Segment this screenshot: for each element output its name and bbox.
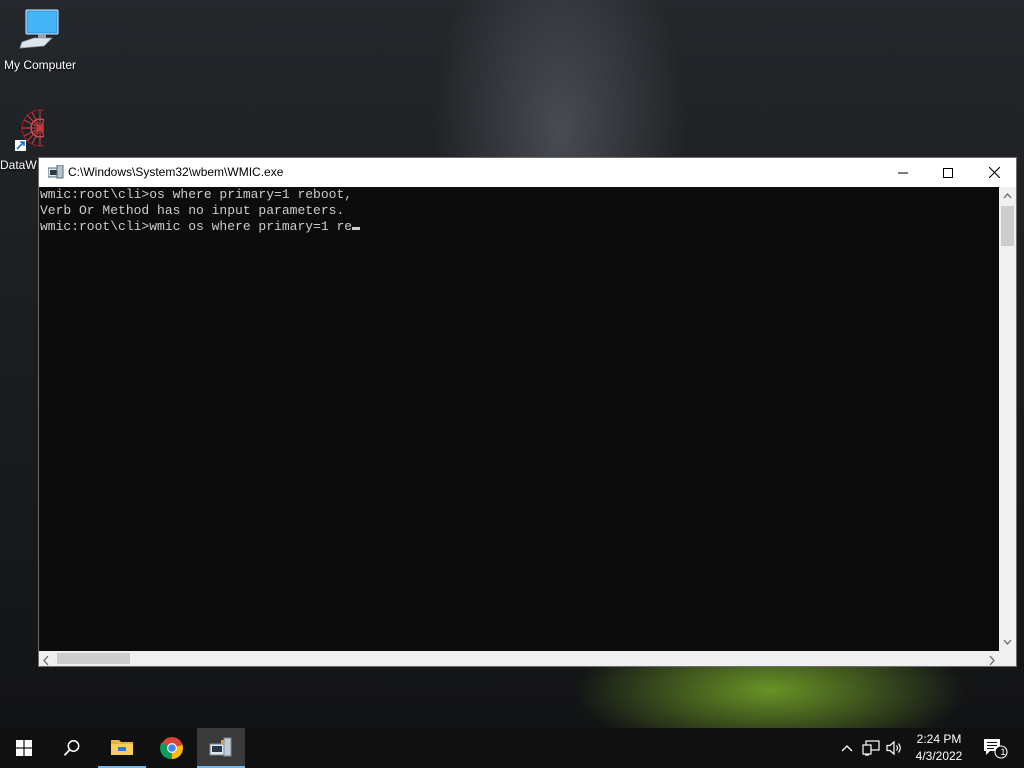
close-button[interactable] bbox=[971, 158, 1017, 187]
horizontal-scrollbar[interactable] bbox=[39, 651, 999, 666]
datawarehouse-shortcut-icon bbox=[15, 109, 44, 151]
wmic-console-window[interactable]: C:\Windows\System32\wbem\WMIC.exe wmic:r… bbox=[38, 157, 1017, 667]
scroll-left-button[interactable] bbox=[42, 653, 50, 671]
window-title: C:\Windows\System32\wbem\WMIC.exe bbox=[68, 165, 284, 179]
scroll-up-button[interactable] bbox=[999, 189, 1016, 203]
console-line-text: wmic:root\cli>wmic os where primary=1 re bbox=[40, 219, 353, 234]
chevron-up-icon bbox=[841, 745, 853, 752]
notification-count-badge: 1 bbox=[1000, 747, 1006, 757]
vertical-scrollbar[interactable] bbox=[999, 187, 1016, 651]
desktop-icon-label: My Computer bbox=[3, 58, 77, 72]
windows-start-icon bbox=[16, 740, 32, 756]
volume-button[interactable] bbox=[884, 728, 906, 768]
search-button[interactable] bbox=[48, 728, 96, 768]
network-icon bbox=[862, 740, 880, 756]
console-input-line[interactable]: wmic:root\cli>wmic os where primary=1 re bbox=[39, 219, 999, 235]
console-line: Verb Or Method has no input parameters. bbox=[40, 203, 345, 218]
desktop-icon-my-computer[interactable]: My Computer bbox=[0, 8, 80, 72]
horizontal-scroll-thumb[interactable] bbox=[57, 653, 130, 664]
show-hidden-icons-button[interactable] bbox=[838, 728, 856, 768]
minimize-button[interactable] bbox=[880, 158, 926, 187]
console-line: wmic:root\cli>os where primary=1 reboot, bbox=[40, 187, 353, 202]
taskbar-file-explorer[interactable] bbox=[98, 728, 146, 768]
close-icon bbox=[988, 167, 1000, 178]
minimize-icon bbox=[898, 172, 908, 173]
wmic-taskbar-icon bbox=[209, 737, 232, 757]
vertical-scroll-thumb[interactable] bbox=[1001, 206, 1014, 246]
chrome-icon bbox=[160, 737, 183, 760]
maximize-button[interactable] bbox=[925, 158, 971, 187]
taskbar-clock[interactable]: 2:24 PM 4/3/2022 bbox=[908, 731, 970, 765]
maximize-icon bbox=[943, 167, 953, 178]
action-center-button[interactable]: 1 bbox=[978, 728, 1012, 768]
window-titlebar[interactable]: C:\Windows\System32\wbem\WMIC.exe bbox=[39, 158, 1016, 187]
taskbar-chrome[interactable] bbox=[148, 728, 196, 768]
chevron-right-icon bbox=[989, 655, 995, 666]
taskbar: 2:24 PM 4/3/2022 1 bbox=[0, 728, 1024, 768]
chevron-left-icon bbox=[43, 655, 49, 666]
chevron-up-icon bbox=[1003, 193, 1012, 199]
computer-icon bbox=[19, 9, 59, 49]
file-explorer-icon bbox=[111, 740, 133, 755]
scroll-right-button[interactable] bbox=[988, 653, 996, 671]
search-icon bbox=[63, 740, 80, 756]
wmic-app-icon bbox=[47, 164, 64, 184]
start-button[interactable] bbox=[0, 728, 48, 768]
scrollbar-corner bbox=[999, 651, 1016, 666]
chevron-down-icon bbox=[1003, 639, 1012, 645]
volume-icon bbox=[886, 740, 901, 756]
text-cursor bbox=[352, 227, 361, 230]
console-output[interactable]: wmic:root\cli>os where primary=1 reboot,… bbox=[39, 187, 999, 651]
clock-date: 4/3/2022 bbox=[915, 749, 963, 763]
clock-time: 2:24 PM bbox=[916, 732, 962, 746]
network-button[interactable] bbox=[860, 728, 882, 768]
taskbar-wmic[interactable] bbox=[197, 728, 245, 768]
scroll-down-button[interactable] bbox=[999, 635, 1016, 649]
